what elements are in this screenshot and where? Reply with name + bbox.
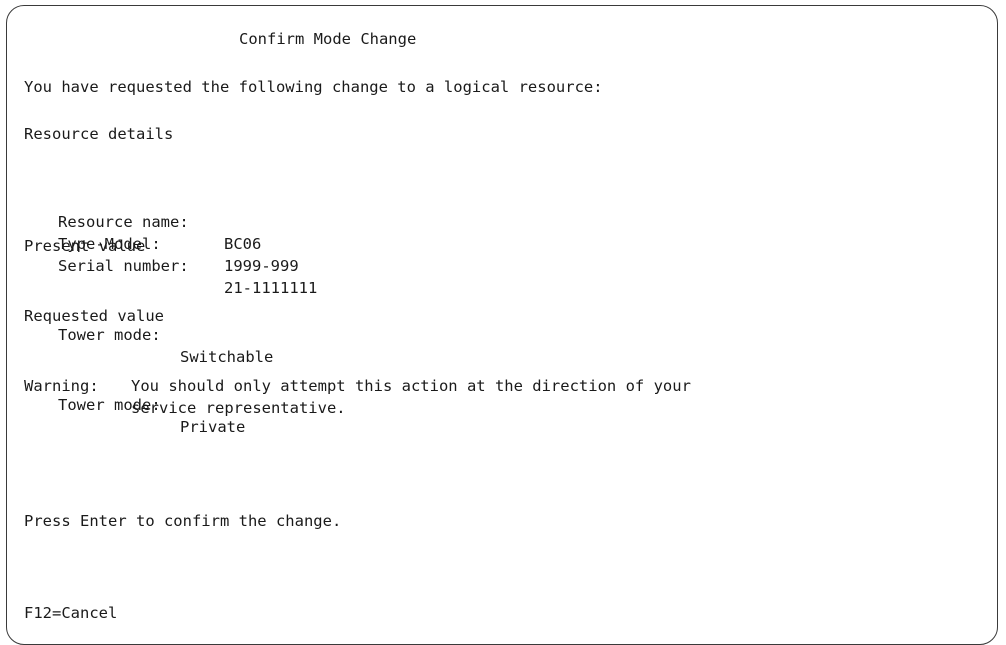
type-model-row: Type-Model: 1999-999 xyxy=(58,167,458,275)
screen-title: Confirm Mode Change xyxy=(239,30,417,48)
f12-cancel-key[interactable]: F12=Cancel xyxy=(24,602,117,624)
present-value-heading: Present value xyxy=(24,237,146,255)
requested-tower-mode-row: Tower mode: Private xyxy=(58,328,458,436)
confirm-prompt: Press Enter to confirm the change. xyxy=(24,512,342,530)
resource-name-row: Resource name: BC06 xyxy=(58,145,458,253)
requested-value-heading: Requested value xyxy=(24,307,164,325)
serial-number-row: Serial number: 21-1111111 xyxy=(58,189,458,297)
present-tower-mode-row: Tower mode: Switchable xyxy=(58,258,458,366)
warning-text-line-2: service representative. xyxy=(131,399,346,417)
terminal-screen: Confirm Mode Change You have requested t… xyxy=(6,5,998,645)
warning-label: Warning: xyxy=(24,377,99,395)
requested-tower-mode-value: Private xyxy=(180,418,246,436)
intro-text: You have requested the following change … xyxy=(24,78,603,96)
resource-details-heading: Resource details xyxy=(24,125,174,143)
warning-text-line-1: You should only attempt this action at t… xyxy=(131,377,691,395)
